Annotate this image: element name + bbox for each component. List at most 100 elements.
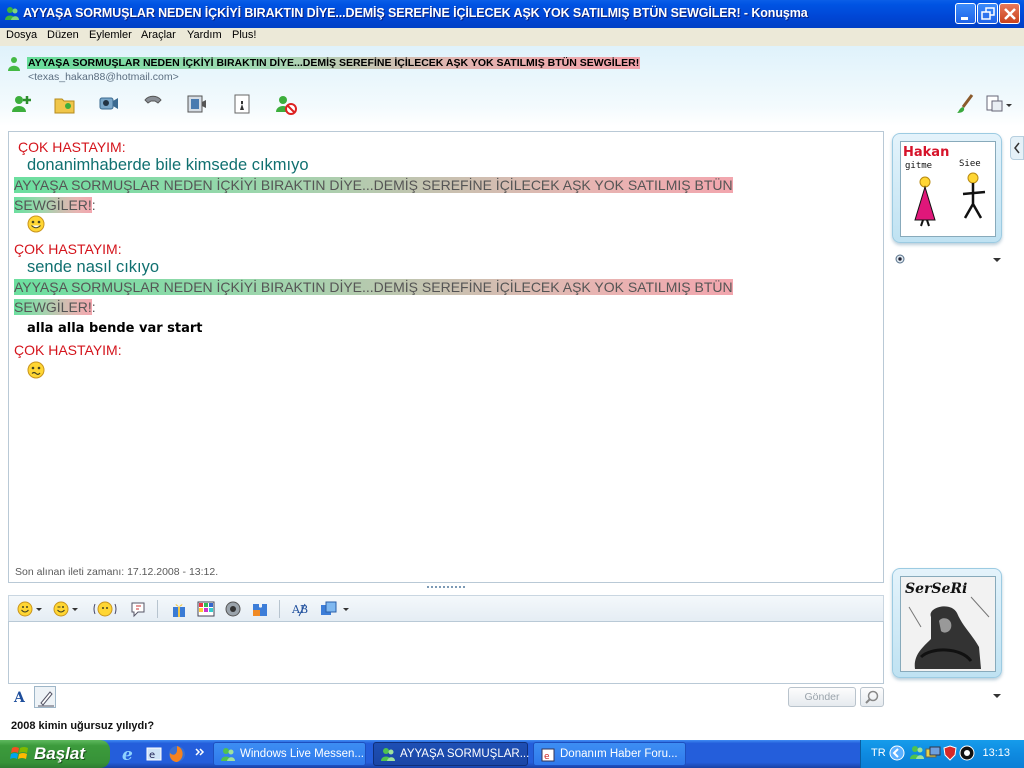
video-button[interactable] <box>185 92 209 116</box>
menu-duzen[interactable]: Düzen <box>47 29 79 41</box>
conversation-history[interactable]: ÇOK HASTAYIM: donanimhaberde bile kimsed… <box>8 131 884 583</box>
message-text: sende nasıl cıkıyo <box>27 258 160 276</box>
spellcheck-button[interactable]: AB <box>291 600 313 618</box>
input-toolbar: AB <box>8 595 884 621</box>
sound-button[interactable] <box>223 600 243 618</box>
voice-clip-button[interactable] <box>129 600 149 618</box>
self-avatar: SerSeRi <box>900 576 996 672</box>
menu-plus[interactable]: Plus! <box>232 29 256 41</box>
close-icon <box>1004 8 1016 20</box>
start-label: Başlat <box>34 744 86 763</box>
confused-emoticon-icon <box>27 361 45 379</box>
antivirus-icon[interactable] <box>959 745 975 761</box>
taskbar-item-active[interactable]: AYYAŞA SORMUŞLAR... <box>373 742 529 766</box>
background-button[interactable] <box>954 92 978 116</box>
tray-expand-icon[interactable] <box>889 745 905 761</box>
pane-splitter[interactable] <box>427 586 465 590</box>
menu-bar: Dosya Düzen Eylemler Araçlar Yardım Plus… <box>0 28 1024 46</box>
svg-text:e: e <box>122 745 133 763</box>
plugin-button[interactable] <box>250 600 270 618</box>
message-input[interactable] <box>8 621 884 684</box>
collapse-sidebar-button[interactable] <box>1010 136 1024 160</box>
invite-contact-icon <box>12 96 31 112</box>
self-avatar-chevron-icon[interactable] <box>992 692 1002 700</box>
emoticon-icon <box>17 601 42 617</box>
puzzle-icon <box>253 604 267 616</box>
spellcheck-icon: AB <box>291 603 308 617</box>
avatar-right-text: Siee <box>959 159 981 169</box>
webcam-button[interactable] <box>97 92 121 116</box>
taskbar-item[interactable]: Windows Live Messen... <box>213 742 366 766</box>
invite-contact-button[interactable] <box>10 92 34 116</box>
menu-eylemler[interactable]: Eylemler <box>89 29 132 41</box>
handwriting-button[interactable] <box>169 600 189 618</box>
window-title-bar[interactable]: AYYAŞA SORMUŞLAR NEDEN İÇKİYİ BIRAKTIN D… <box>0 0 1024 28</box>
more-options-button[interactable] <box>984 92 1016 116</box>
speaker-icon <box>225 601 241 617</box>
self-avatar-image: SerSeRi <box>901 577 995 671</box>
send-button[interactable]: Gönder <box>788 687 856 707</box>
contact-display-name[interactable]: AYYAŞA SORMUŞLAR NEDEN İÇKİYİ BIRAKTIN D… <box>27 57 641 69</box>
toolbar-divider <box>157 600 158 618</box>
send-files-icon <box>54 98 75 114</box>
games-button[interactable] <box>230 92 254 116</box>
status-message: 2008 kimin uğursuz yılıydı? <box>11 720 155 732</box>
emoticons-button[interactable] <box>17 600 45 618</box>
phone-icon <box>144 95 162 104</box>
menu-yardim[interactable]: Yardım <box>187 29 222 41</box>
sender-colon: : <box>91 197 96 213</box>
security-shield-icon[interactable] <box>943 745 957 761</box>
clock[interactable]: 13:13 <box>982 747 1010 759</box>
internet-explorer-icon[interactable]: e <box>121 745 139 763</box>
close-button[interactable] <box>999 3 1020 24</box>
grid-icon <box>197 601 215 617</box>
send-files-button[interactable] <box>53 92 77 116</box>
call-button[interactable] <box>141 92 165 116</box>
start-button[interactable]: Başlat <box>0 740 110 768</box>
block-icon <box>276 96 297 115</box>
pen-icon <box>38 691 54 707</box>
font-button[interactable]: A <box>12 688 30 706</box>
network-icon[interactable] <box>925 746 941 760</box>
sender-name-cont-text: SEWGİLER! <box>14 197 92 213</box>
background-picker-button[interactable] <box>196 600 216 618</box>
taskbar-item-label: Donanım Haber Foru... <box>560 748 678 760</box>
avatar-left-text: gitme <box>905 161 932 171</box>
nudge-button[interactable] <box>92 600 118 618</box>
paintbrush-icon <box>957 94 974 113</box>
font-icon: A <box>13 690 26 706</box>
contact-status-icon <box>8 57 20 71</box>
avatar-self-text: SerSeRi <box>905 581 967 597</box>
restore-button[interactable] <box>977 3 998 24</box>
chevron-left-icon <box>1014 142 1020 154</box>
conversation-toolbar <box>0 86 1024 122</box>
contact-email: <texas_hakan88@hotmail.com> <box>28 71 179 83</box>
menu-araclar[interactable]: Araçlar <box>141 29 176 41</box>
contact-avatar-frame[interactable]: Hakan gitme Siee <box>892 133 1002 243</box>
handwrite-button[interactable] <box>34 686 56 708</box>
system-tray: TR 13:13 <box>860 740 1024 768</box>
search-button[interactable] <box>860 687 884 707</box>
svg-text:A: A <box>13 690 26 706</box>
share-button[interactable] <box>319 600 351 618</box>
nudge-icon <box>93 601 117 617</box>
menu-dosya[interactable]: Dosya <box>6 29 37 41</box>
taskbar-item-label: Windows Live Messen... <box>240 748 364 760</box>
avatar-options-chevron-icon[interactable] <box>992 256 1002 264</box>
show-desktop-icon[interactable]: e <box>145 745 163 763</box>
block-button[interactable] <box>274 92 298 116</box>
last-message-time: Son alınan ileti zamanı: 17.12.2008 - 13… <box>15 566 219 578</box>
messenger-tray-icon[interactable] <box>909 745 925 761</box>
webcam-status-icon[interactable] <box>894 254 906 266</box>
winks-button[interactable] <box>53 600 81 618</box>
self-avatar-frame[interactable]: SerSeRi <box>892 568 1002 678</box>
quicklaunch-more-icon[interactable] <box>194 746 206 758</box>
taskbar-item[interactable]: e Donanım Haber Foru... <box>533 742 686 766</box>
message-text: alla alla bende var start <box>27 321 203 336</box>
minimize-button[interactable] <box>955 3 976 24</box>
language-indicator[interactable]: TR <box>871 747 886 759</box>
magnifier-icon <box>865 690 879 704</box>
svg-text:e: e <box>544 752 550 762</box>
messenger-window: AYYAŞA SORMUŞLAR NEDEN İÇKİYİ BIRAKTIN D… <box>0 46 1024 740</box>
firefox-icon[interactable] <box>168 745 186 763</box>
